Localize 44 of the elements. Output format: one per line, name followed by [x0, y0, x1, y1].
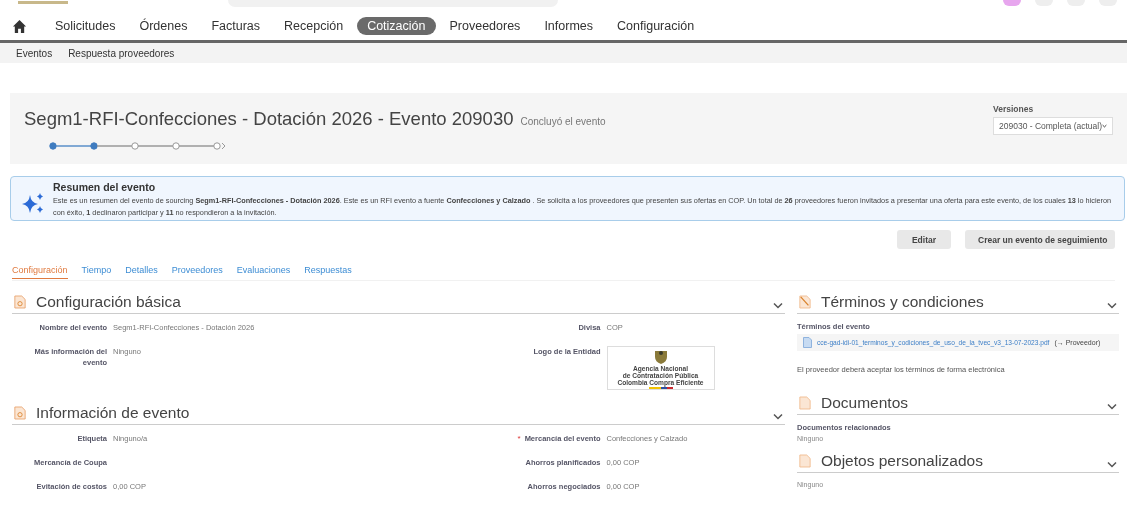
chevron-down-icon[interactable]: [1107, 301, 1117, 309]
sparkle-icon: [21, 191, 45, 215]
versions-dropdown[interactable]: 209030 - Completa (actual): [993, 117, 1113, 135]
section-title: Términos y condiciones: [821, 293, 985, 311]
section-tab[interactable]: Tiempo: [81, 265, 112, 279]
chevron-down-icon[interactable]: [1107, 460, 1117, 468]
document-icon: [14, 406, 26, 420]
section-tab[interactable]: Detalles: [125, 265, 158, 279]
nav-tab[interactable]: Recepción: [274, 17, 354, 35]
nav-tab[interactable]: Facturas: [201, 17, 271, 35]
pen-document-icon: [799, 295, 811, 309]
action-button[interactable]: Crear un evento de seguimiento: [965, 230, 1115, 249]
summary-title: Resumen del evento: [53, 181, 157, 193]
action-button[interactable]: Editar: [896, 230, 951, 249]
file-icon: [803, 337, 812, 348]
nav-tab[interactable]: Órdenes: [129, 17, 198, 35]
section-tab[interactable]: Evaluaciones: [236, 265, 291, 279]
document-icon: [14, 295, 26, 309]
nav-tab[interactable]: Configuración: [607, 17, 705, 35]
document-icon: [799, 396, 811, 410]
logo-image: [18, 1, 68, 4]
chevron-down-icon: [1102, 123, 1107, 129]
versions-label: Versiones: [993, 104, 1035, 114]
shield-icon: [653, 349, 668, 365]
section-tab[interactable]: Respuestas: [304, 265, 352, 279]
home-icon[interactable]: [12, 18, 27, 34]
nav-tab[interactable]: Proveedores: [439, 17, 531, 35]
subnav-link[interactable]: Respuesta proveedores: [68, 47, 175, 59]
nav-tab[interactable]: Solicitudes: [45, 17, 126, 35]
section-title: Información de evento: [36, 404, 191, 422]
document-icon: [799, 454, 811, 468]
section-title: Configuración básica: [36, 293, 182, 311]
nav-tab[interactable]: Cotización: [357, 17, 436, 35]
section-title: Documentos: [821, 394, 909, 412]
chevron-down-icon[interactable]: [1107, 402, 1117, 410]
nav-tab[interactable]: Informes: [534, 17, 603, 35]
required-mark: *: [517, 433, 521, 445]
section-title: Objetos personalizados: [821, 452, 984, 470]
event-status: Concluyó el evento: [520, 116, 606, 127]
event-title: Segm1-RFI-Confecciones - Dotación 2026 - Evento 209030: [24, 108, 514, 130]
subnav-link[interactable]: Eventos: [16, 47, 53, 59]
chevron-down-icon[interactable]: [773, 412, 783, 420]
chevron-down-icon[interactable]: [773, 301, 783, 309]
section-tab[interactable]: Proveedores: [171, 265, 223, 279]
